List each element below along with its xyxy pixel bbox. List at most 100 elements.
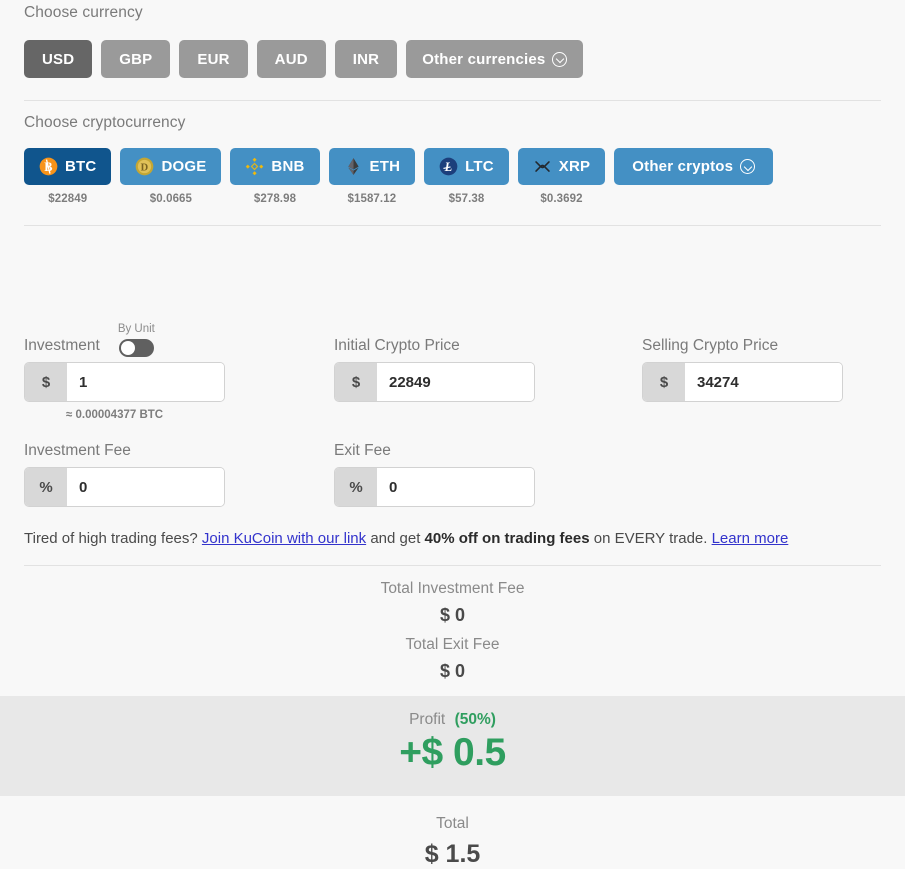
initial-price-currency-prefix: $	[335, 363, 377, 401]
total-label: Total	[436, 814, 469, 832]
investment-fee-input-group[interactable]: %	[24, 467, 225, 507]
total-exit-fee-label: Total Exit Fee	[405, 636, 500, 653]
by-unit-toggle-wrap: By Unit	[118, 323, 155, 357]
investment-unit-note: ≈ 0.00004377 BTC	[66, 409, 164, 421]
other-cryptos-label: Other cryptos	[632, 158, 734, 175]
exit-fee-input[interactable]	[377, 468, 534, 506]
investment-input[interactable]	[67, 363, 224, 401]
crypto-section-label: Choose cryptocurrency	[24, 114, 186, 131]
total-exit-fee-value: $ 0	[439, 661, 466, 681]
crypto-label-doge: DOGE	[161, 158, 207, 175]
other-cryptos-button[interactable]: Other cryptos	[614, 148, 774, 185]
toggle-knob	[120, 341, 135, 355]
investment-field: Investment By Unit $ ≈ 0.00004377 BTC	[24, 323, 225, 421]
promo-text-1: Tired of high trading fees?	[24, 530, 198, 547]
promo-banner: Tired of high trading fees? Join KuCoin …	[24, 529, 881, 549]
currency-section: Choose currency USD GBP EUR AUD INR Othe…	[0, 0, 905, 78]
chevron-down-circle-icon	[740, 159, 756, 174]
selling-price-field-head: Selling Crypto Price	[642, 325, 843, 355]
other-currencies-label: Other currencies	[422, 50, 546, 68]
ethereum-icon	[347, 158, 359, 175]
initial-price-field-head: Initial Crypto Price	[334, 325, 535, 355]
calculator-form: Investment By Unit $ ≈ 0.00004377 BTC In…	[0, 226, 905, 549]
total-investment-fee-block: Total Investment Fee $ 0	[0, 566, 905, 626]
promo-text-3: on EVERY trade.	[593, 530, 708, 547]
initial-price-input-group[interactable]: $	[334, 362, 535, 402]
learn-more-link[interactable]: Learn more	[712, 530, 789, 547]
investment-fee-field: Investment Fee %	[24, 430, 225, 507]
other-currencies-button[interactable]: Other currencies	[406, 40, 584, 78]
promo-discount-highlight: 40% off on trading fees	[424, 530, 590, 547]
crypto-price-eth: $1587.12	[347, 193, 397, 205]
exit-fee-input-group[interactable]: %	[334, 467, 535, 507]
crypto-button-btc[interactable]: B BTC	[24, 148, 112, 185]
currency-option-eur[interactable]: EUR	[179, 40, 248, 78]
crypto-button-eth[interactable]: ETH	[328, 148, 416, 185]
currency-option-gbp[interactable]: GBP	[101, 40, 171, 78]
by-unit-toggle[interactable]	[118, 339, 154, 357]
investment-input-group[interactable]: $	[24, 362, 225, 402]
crypto-option-btc: B BTC $22849	[24, 148, 112, 205]
crypto-price-bnb: $278.98	[253, 193, 297, 205]
crypto-label-btc: BTC	[65, 158, 97, 175]
currency-option-inr[interactable]: INR	[334, 40, 398, 78]
selling-price-field: Selling Crypto Price $	[642, 325, 843, 421]
crypto-option-xrp: XRP $0.3692	[517, 148, 606, 205]
dogecoin-icon: D	[136, 157, 154, 176]
selling-price-label: Selling Crypto Price	[642, 337, 779, 354]
crypto-button-xrp[interactable]: XRP	[517, 148, 606, 185]
initial-price-field: Initial Crypto Price $	[334, 325, 535, 421]
investment-fee-percent-prefix: %	[25, 468, 67, 506]
selling-price-currency-prefix: $	[643, 363, 685, 401]
crypto-label-ltc: LTC	[465, 158, 494, 175]
crypto-button-doge[interactable]: D DOGE	[120, 148, 222, 185]
crypto-section: Choose cryptocurrency B BTC $22849 D	[0, 101, 905, 205]
form-row-1: Investment By Unit $ ≈ 0.00004377 BTC In…	[24, 323, 881, 421]
currency-option-usd[interactable]: USD	[24, 40, 93, 78]
binance-icon	[246, 157, 264, 176]
profit-label: Profit	[409, 711, 446, 728]
profit-band: Profit (50%) +$ 0.5	[0, 696, 905, 796]
crypto-price-xrp: $0.3692	[540, 193, 583, 205]
crypto-chip-row: B BTC $22849 D DOGE $0.0665	[24, 148, 881, 205]
svg-text:D: D	[141, 163, 149, 174]
by-unit-caption: By Unit	[117, 323, 155, 335]
investment-fee-input[interactable]	[67, 468, 224, 506]
kucoin-referral-link[interactable]: Join KuCoin with our link	[202, 530, 366, 547]
initial-price-label: Initial Crypto Price	[334, 337, 460, 354]
crypto-price-btc: $22849	[48, 193, 88, 205]
investment-field-head: Investment By Unit	[24, 323, 225, 357]
currency-option-aud[interactable]: AUD	[256, 40, 326, 78]
profit-amount: +$ 0.5	[399, 731, 506, 774]
crypto-option-bnb: BNB $278.98	[230, 148, 320, 205]
total-investment-fee-value: $ 0	[439, 605, 466, 625]
crypto-label-bnb: BNB	[271, 158, 305, 175]
promo-text-2: and get	[370, 530, 421, 547]
total-block: Total $ 1.5	[0, 796, 905, 869]
crypto-label-xrp: XRP	[558, 158, 591, 175]
investment-currency-prefix: $	[25, 363, 67, 401]
crypto-button-bnb[interactable]: BNB	[230, 148, 320, 185]
selling-price-input[interactable]	[685, 363, 842, 401]
profit-header: Profit (50%)	[0, 711, 905, 729]
exit-fee-field: Exit Fee %	[334, 430, 535, 507]
investment-fee-field-head: Investment Fee	[24, 430, 225, 460]
bitcoin-icon: B	[39, 157, 58, 176]
exit-fee-field-head: Exit Fee	[334, 430, 535, 460]
selling-price-input-group[interactable]: $	[642, 362, 843, 402]
total-exit-fee-block: Total Exit Fee $ 0	[0, 626, 905, 682]
profit-percent: (50%)	[454, 711, 496, 728]
crypto-price-ltc: $57.38	[448, 193, 485, 205]
total-value: $ 1.5	[424, 839, 481, 868]
crypto-label-eth: ETH	[369, 158, 401, 175]
initial-price-input[interactable]	[377, 363, 534, 401]
litecoin-icon: L	[439, 157, 458, 176]
currency-section-label: Choose currency	[24, 4, 143, 21]
investment-label: Investment	[24, 337, 100, 354]
currency-chip-row: USD GBP EUR AUD INR Other currencies	[24, 40, 881, 78]
ripple-icon	[535, 161, 550, 172]
other-cryptos-wrap: Other cryptos	[614, 148, 774, 185]
exit-fee-label: Exit Fee	[334, 442, 391, 459]
crypto-button-ltc[interactable]: L LTC	[424, 148, 509, 185]
crypto-option-eth: ETH $1587.12	[328, 148, 416, 205]
